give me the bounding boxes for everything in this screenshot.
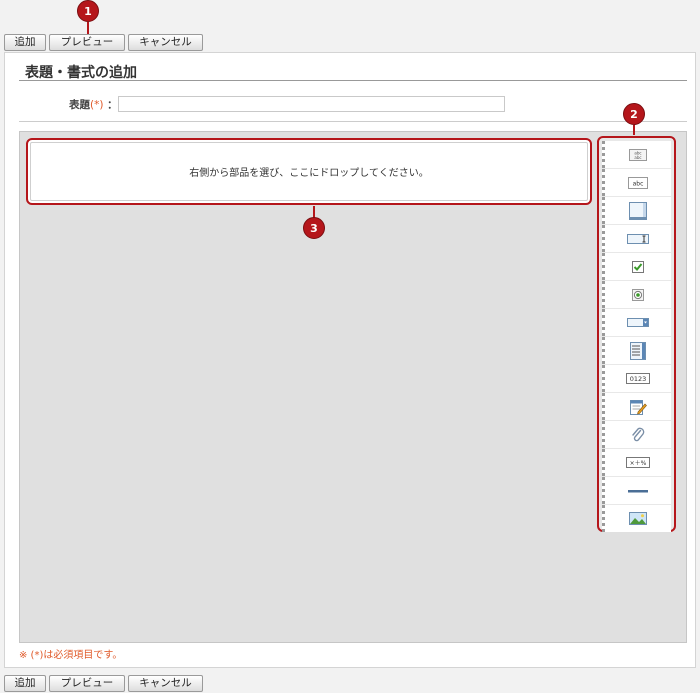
callout-line-2 [633,125,635,135]
required-mark: (*) [90,99,104,111]
palette-item-static-text[interactable]: abc abc [602,141,671,168]
palette-item-horizontal-line[interactable] [602,477,671,504]
callout-marker-3: 3 [303,217,325,239]
page-title: 表題・書式の追加 [25,65,137,81]
dropdown-icon [627,318,649,327]
date-memo-icon [630,399,647,415]
label-text-icon: abc [628,176,648,189]
title-field-label: 表題(*) ： [69,97,118,112]
add-button-top[interactable]: 追加 [4,34,46,51]
palette-item-memo[interactable] [602,393,671,420]
calculation-icon: ×＋% [626,457,650,468]
callout-marker-1: 1 [77,0,99,22]
static-text-glyph-2: abc [634,155,641,160]
main-panel: 表題・書式の追加 表題(*) ： 右側から部品を選び、ここにドロップしてください… [4,52,696,668]
preview-button-top[interactable]: プレビュー [49,34,125,51]
palette-item-radio[interactable] [602,281,671,308]
palette-item-calculation[interactable]: ×＋% [602,449,671,476]
checkbox-icon [632,260,644,273]
section-divider [19,121,687,122]
list-box-icon [630,341,646,360]
cancel-button-bottom[interactable]: キャンセル [128,675,203,692]
palette-item-dropdown[interactable] [602,309,671,336]
palette-item-attachment[interactable] [602,421,671,448]
textarea-icon [629,201,647,220]
component-palette: abc abc abc 0123 ×＋% [597,136,676,532]
palette-item-list-box[interactable] [602,337,671,364]
static-text-icon: abc abc [629,148,647,161]
palette-item-checkbox[interactable] [602,253,671,280]
label-colon: ： [107,99,118,111]
palette-item-image[interactable] [602,505,671,532]
horizontal-line-icon [628,489,648,492]
number-field-icon: 0123 [626,373,650,384]
drop-hint: 右側から部品を選び、ここにドロップしてください。 [189,168,429,179]
label-text-glyph: abc [633,180,644,187]
palette-item-text-input[interactable] [602,225,671,252]
attachment-icon [632,427,645,441]
radio-button-icon [632,288,644,301]
image-icon [629,512,647,525]
calculation-glyph: ×＋% [630,460,647,467]
palette-item-label[interactable]: abc [602,169,671,196]
text-input-icon [627,233,649,244]
title-input[interactable] [118,96,505,112]
title-label-text: 表題 [69,99,90,111]
required-note: ※ (*)は必須項目です。 [19,650,123,661]
add-button-bottom[interactable]: 追加 [4,675,46,692]
cancel-button-top[interactable]: キャンセル [128,34,203,51]
callout-line-1 [87,22,89,34]
title-divider [19,80,687,81]
preview-button-bottom[interactable]: プレビュー [49,675,125,692]
number-field-glyph: 0123 [630,375,647,383]
callout-marker-2: 2 [623,103,645,125]
drop-zone[interactable]: 右側から部品を選び、ここにドロップしてください。 [26,138,592,205]
palette-item-number[interactable]: 0123 [602,365,671,392]
form-canvas[interactable]: 右側から部品を選び、ここにドロップしてください。 abc abc abc 012… [19,131,687,643]
palette-item-textarea[interactable] [602,197,671,224]
